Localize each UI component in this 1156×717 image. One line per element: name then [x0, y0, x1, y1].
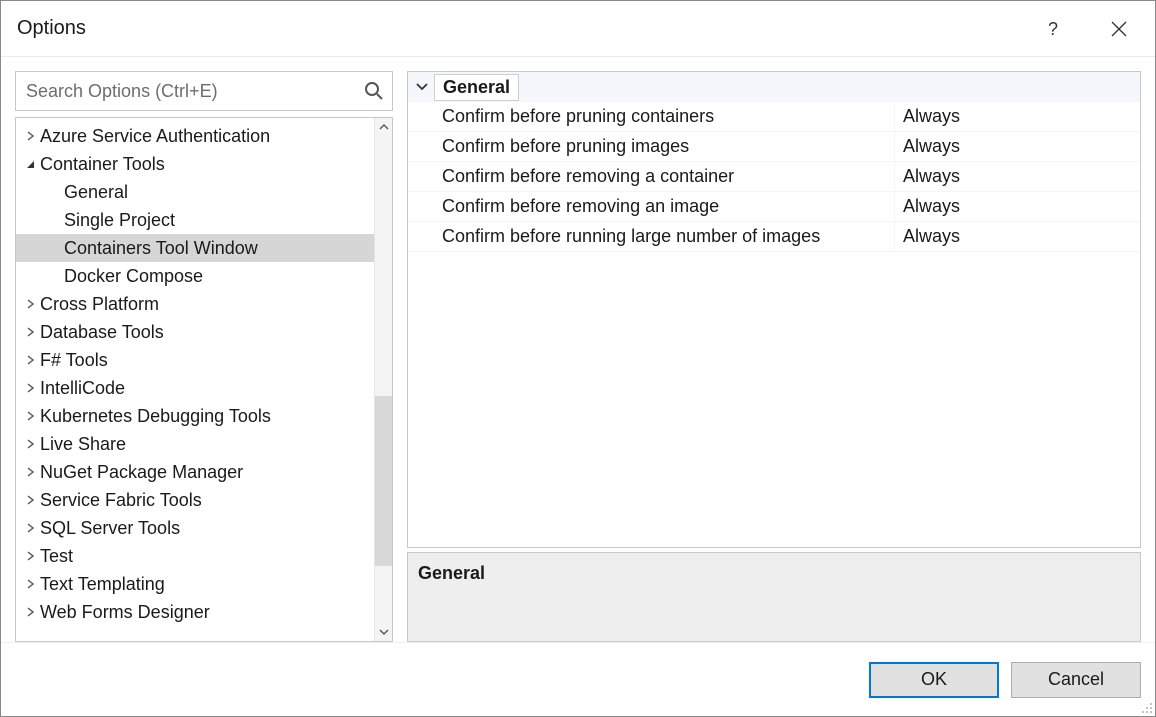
tree-item-label: Container Tools [40, 154, 165, 175]
expander-closed-icon[interactable] [22, 411, 38, 421]
right-pane: General Confirm before pruning container… [407, 71, 1141, 642]
tree-item[interactable]: Containers Tool Window [16, 234, 374, 262]
close-button[interactable] [1107, 17, 1131, 41]
search-input[interactable] [24, 80, 364, 103]
tree-item-label: IntelliCode [40, 378, 125, 399]
property-row[interactable]: Confirm before pruning imagesAlways [408, 132, 1140, 162]
tree-item-label: Single Project [64, 210, 175, 231]
property-category-label-box: General [434, 74, 519, 101]
property-row[interactable]: Confirm before removing a containerAlway… [408, 162, 1140, 192]
tree-item-label: SQL Server Tools [40, 518, 180, 539]
tree-item[interactable]: Web Forms Designer [16, 598, 374, 626]
tree-item-label: Web Forms Designer [40, 602, 210, 623]
scroll-up-icon[interactable] [375, 118, 392, 136]
tree-item-label: Live Share [40, 434, 126, 455]
tree-item-label: Database Tools [40, 322, 164, 343]
tree-item[interactable]: IntelliCode [16, 374, 374, 402]
svg-text:?: ? [1048, 19, 1058, 39]
expander-closed-icon[interactable] [22, 607, 38, 617]
tree-scrollbar[interactable] [374, 118, 392, 641]
tree-item[interactable]: F# Tools [16, 346, 374, 374]
expander-closed-icon[interactable] [22, 131, 38, 141]
expander-closed-icon[interactable] [22, 495, 38, 505]
options-tree: Azure Service Authentication Container To… [15, 117, 393, 642]
expander-closed-icon[interactable] [22, 579, 38, 589]
tree-item-label: Text Templating [40, 574, 165, 595]
property-value[interactable]: Always [894, 132, 1140, 161]
help-button[interactable]: ? [1043, 17, 1067, 41]
ok-button-label: OK [921, 669, 947, 690]
tree-items: Azure Service Authentication Container To… [16, 118, 374, 641]
tree-item[interactable]: SQL Server Tools [16, 514, 374, 542]
expander-closed-icon[interactable] [22, 467, 38, 477]
titlebar: Options ? [1, 1, 1155, 57]
property-description-title: General [418, 563, 1130, 584]
titlebar-buttons: ? [1043, 17, 1131, 41]
scroll-down-icon[interactable] [375, 623, 392, 641]
scroll-track[interactable] [375, 136, 392, 623]
tree-item[interactable]: Database Tools [16, 318, 374, 346]
dialog-title: Options [17, 17, 1043, 40]
tree-item-label: Cross Platform [40, 294, 159, 315]
tree-item-label: Azure Service Authentication [40, 126, 270, 147]
tree-item[interactable]: Docker Compose [16, 262, 374, 290]
property-value[interactable]: Always [894, 162, 1140, 191]
property-label: Confirm before removing a container [442, 166, 894, 187]
tree-item-label: Kubernetes Debugging Tools [40, 406, 271, 427]
search-icon[interactable] [364, 81, 384, 101]
tree-item[interactable]: Single Project [16, 206, 374, 234]
dialog-footer: OK Cancel [1, 642, 1155, 716]
property-row[interactable]: Confirm before removing an imageAlways [408, 192, 1140, 222]
property-category-label: General [443, 77, 510, 97]
tree-item-label: Docker Compose [64, 266, 203, 287]
tree-item-label: F# Tools [40, 350, 108, 371]
property-description-box: General [407, 552, 1141, 642]
left-pane: Azure Service Authentication Container To… [15, 71, 393, 642]
expander-closed-icon[interactable] [22, 327, 38, 337]
property-label: Confirm before removing an image [442, 196, 894, 217]
tree-item[interactable]: NuGet Package Manager [16, 458, 374, 486]
property-label: Confirm before pruning images [442, 136, 894, 157]
tree-item[interactable]: Kubernetes Debugging Tools [16, 402, 374, 430]
property-label: Confirm before pruning containers [442, 106, 894, 127]
dialog-body: Azure Service Authentication Container To… [1, 57, 1155, 642]
tree-item-label: NuGet Package Manager [40, 462, 243, 483]
tree-item[interactable]: Service Fabric Tools [16, 486, 374, 514]
resize-grip-icon[interactable] [1139, 700, 1153, 714]
property-rows: Confirm before pruning containersAlwaysC… [408, 102, 1140, 252]
tree-item-label: General [64, 182, 128, 203]
scroll-thumb[interactable] [375, 396, 392, 566]
expander-closed-icon[interactable] [22, 383, 38, 393]
expander-closed-icon[interactable] [22, 299, 38, 309]
property-grid: General Confirm before pruning container… [407, 71, 1141, 548]
tree-item[interactable]: Cross Platform [16, 290, 374, 318]
property-label: Confirm before running large number of i… [442, 226, 894, 247]
property-value[interactable]: Always [894, 192, 1140, 221]
tree-item[interactable]: Live Share [16, 430, 374, 458]
property-category-row[interactable]: General [408, 72, 1140, 102]
expander-closed-icon[interactable] [22, 551, 38, 561]
chevron-down-icon[interactable] [416, 83, 434, 91]
search-box[interactable] [15, 71, 393, 111]
tree-item-label: Service Fabric Tools [40, 490, 202, 511]
expander-open-icon[interactable] [22, 160, 38, 169]
expander-closed-icon[interactable] [22, 355, 38, 365]
tree-item[interactable]: Azure Service Authentication [16, 122, 374, 150]
tree-item-label: Containers Tool Window [64, 238, 258, 259]
expander-closed-icon[interactable] [22, 439, 38, 449]
tree-item[interactable]: General [16, 178, 374, 206]
expander-closed-icon[interactable] [22, 523, 38, 533]
options-dialog: Options ? Azure Service Authentication Co… [0, 0, 1156, 717]
tree-item[interactable]: Text Templating [16, 570, 374, 598]
ok-button[interactable]: OK [869, 662, 999, 698]
cancel-button[interactable]: Cancel [1011, 662, 1141, 698]
tree-item[interactable]: Container Tools [16, 150, 374, 178]
property-row[interactable]: Confirm before pruning containersAlways [408, 102, 1140, 132]
tree-item-label: Test [40, 546, 73, 567]
cancel-button-label: Cancel [1048, 669, 1104, 690]
tree-item[interactable]: Test [16, 542, 374, 570]
property-value[interactable]: Always [894, 222, 1140, 251]
property-value[interactable]: Always [894, 102, 1140, 131]
property-row[interactable]: Confirm before running large number of i… [408, 222, 1140, 252]
